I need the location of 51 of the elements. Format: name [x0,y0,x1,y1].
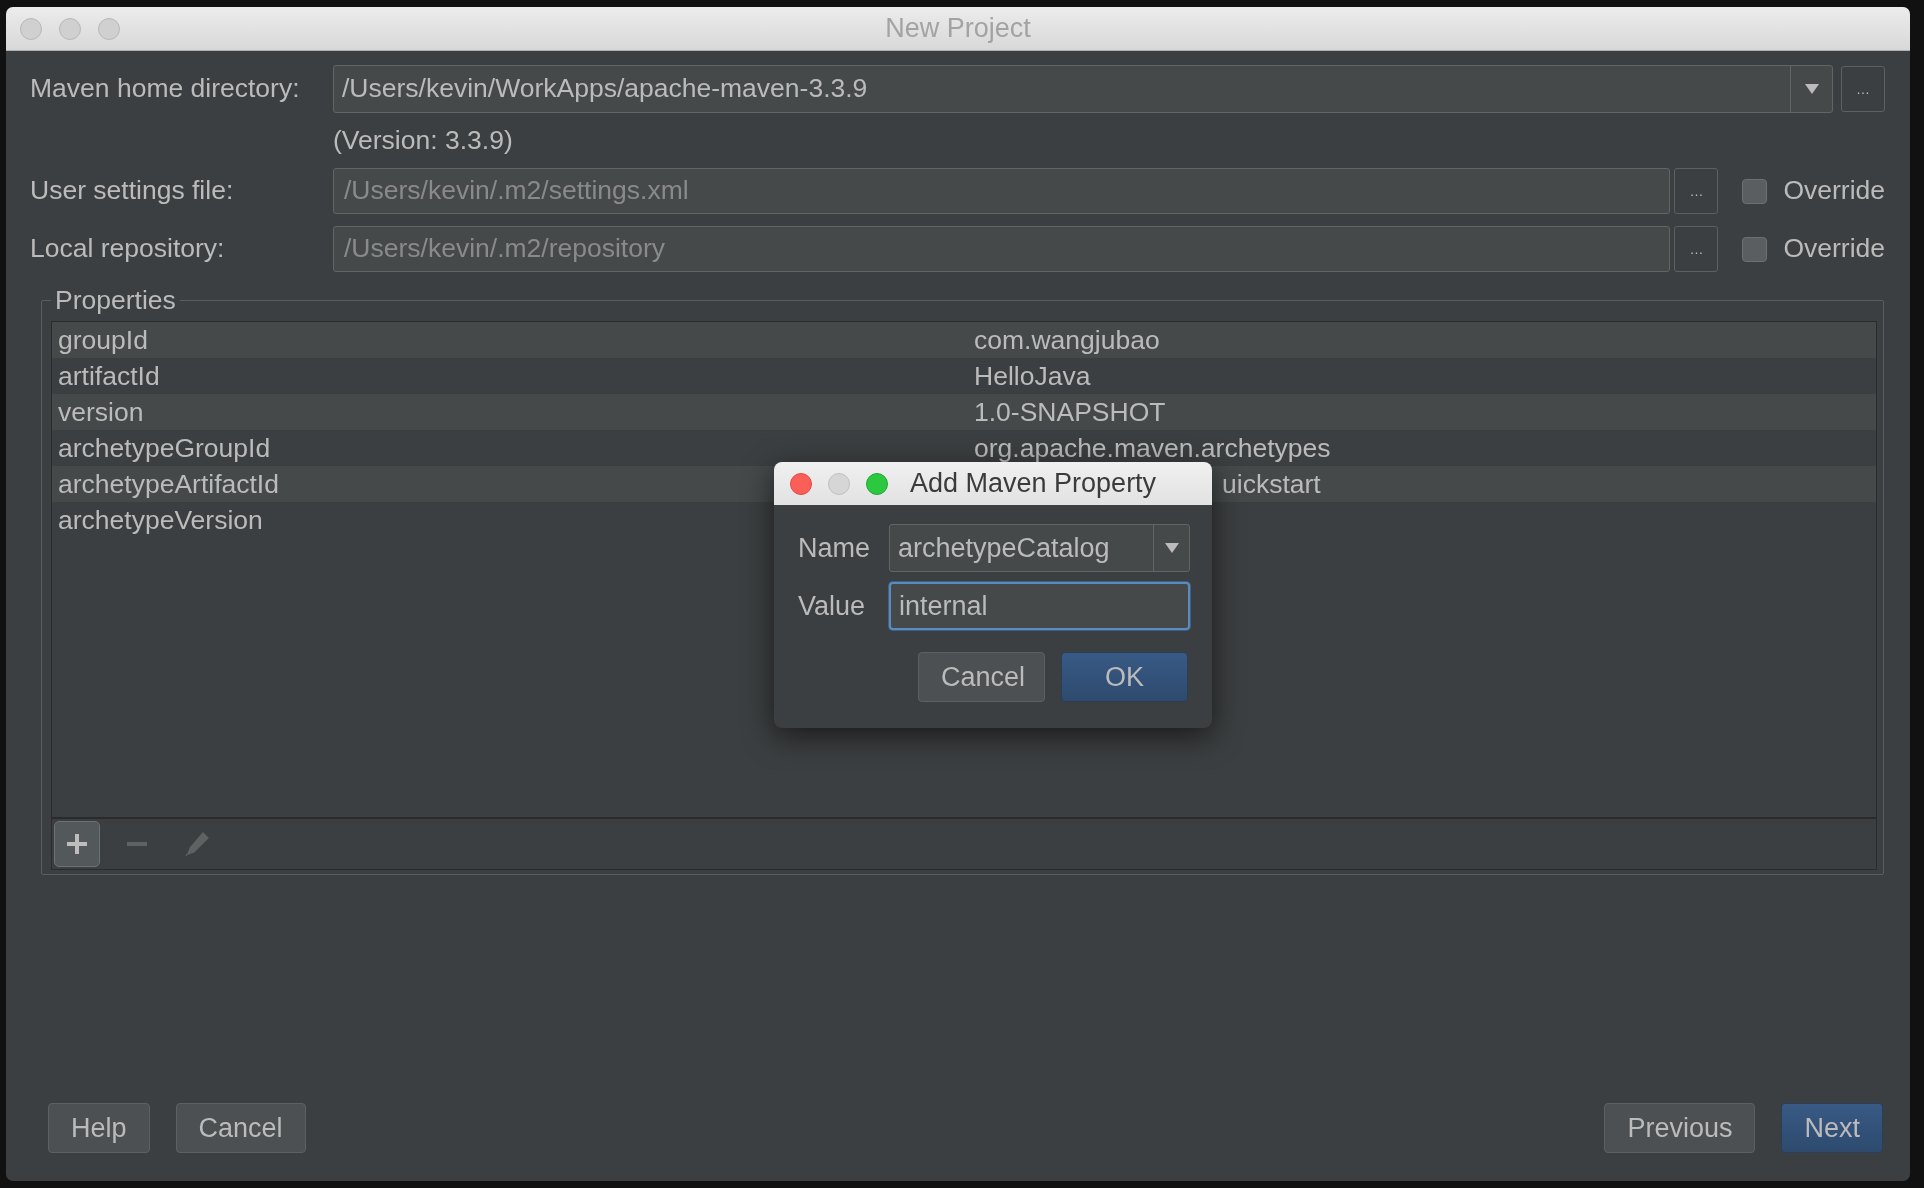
property-name: groupId [58,324,148,355]
dialog-button[interactable]: OK [1061,652,1188,702]
dropdown-arrow-icon [1163,542,1180,554]
window-control-button[interactable] [59,18,81,40]
dialog-button[interactable]: Previous [1604,1103,1756,1153]
checkbox-label: Override [1783,174,1885,208]
name-dropdown[interactable]: archetypeCatalog [889,524,1190,572]
field-label: Local repository: [30,232,226,266]
checkbox[interactable] [1742,178,1768,204]
property-value: org.apache.maven.archetypes [974,434,1331,462]
checkbox[interactable] [1742,236,1768,262]
property-name: archetypeArtifactId [58,468,279,499]
dropdown-arrow-icon [1803,83,1820,95]
field-label: Maven home directory: [30,72,301,106]
add-button[interactable] [54,821,100,867]
checkbox-label: Override [1783,232,1885,266]
window-control-button[interactable] [828,472,850,495]
dialog-button[interactable]: Help [48,1103,150,1153]
version-text: (Version: 3.3.9) [333,123,513,157]
field-label: Name [798,531,872,565]
value-input[interactable]: internal [889,582,1190,630]
window-title: New Project [885,12,1031,46]
browse-button[interactable]: … [1674,168,1719,214]
minus-icon [126,841,148,847]
browse-button[interactable]: … [1841,66,1885,112]
path-field[interactable]: /Users/kevin/.m2/settings.xml [333,168,1671,214]
dialog-button[interactable]: Cancel [918,652,1045,702]
property-name: archetypeVersion [58,504,263,535]
property-value: com.wangjubao [974,326,1160,354]
window-control-button[interactable] [790,472,812,495]
field-label: Value [798,589,867,623]
dialog-button[interactable]: Cancel [175,1103,306,1153]
window-control-button[interactable] [20,18,42,40]
property-name: version [58,396,144,427]
field-label: User settings file: [30,174,235,208]
plus-icon [66,833,88,855]
dialog-button[interactable]: Next [1781,1103,1883,1153]
window-control-button[interactable] [866,472,888,495]
property-value: 1.0-SNAPSHOT [974,398,1166,426]
dropdown-value: archetypeCatalog [897,531,1111,565]
property-value: HelloJava [974,362,1091,390]
property-value: uickstart [1222,470,1321,498]
pencil-icon [184,831,210,857]
property-name: archetypeGroupId [58,432,271,463]
window-control-button[interactable] [98,18,120,40]
browse-button[interactable]: … [1674,226,1719,272]
dropdown-value: /Users/kevin/WorkApps/apache-maven-3.3.9 [341,72,869,106]
maven-home-dropdown[interactable]: /Users/kevin/WorkApps/apache-maven-3.3.9 [333,65,1833,113]
property-name: artifactId [58,360,160,391]
dialog-title: Add Maven Property [910,467,1157,501]
path-field[interactable]: /Users/kevin/.m2/repository [333,226,1671,272]
